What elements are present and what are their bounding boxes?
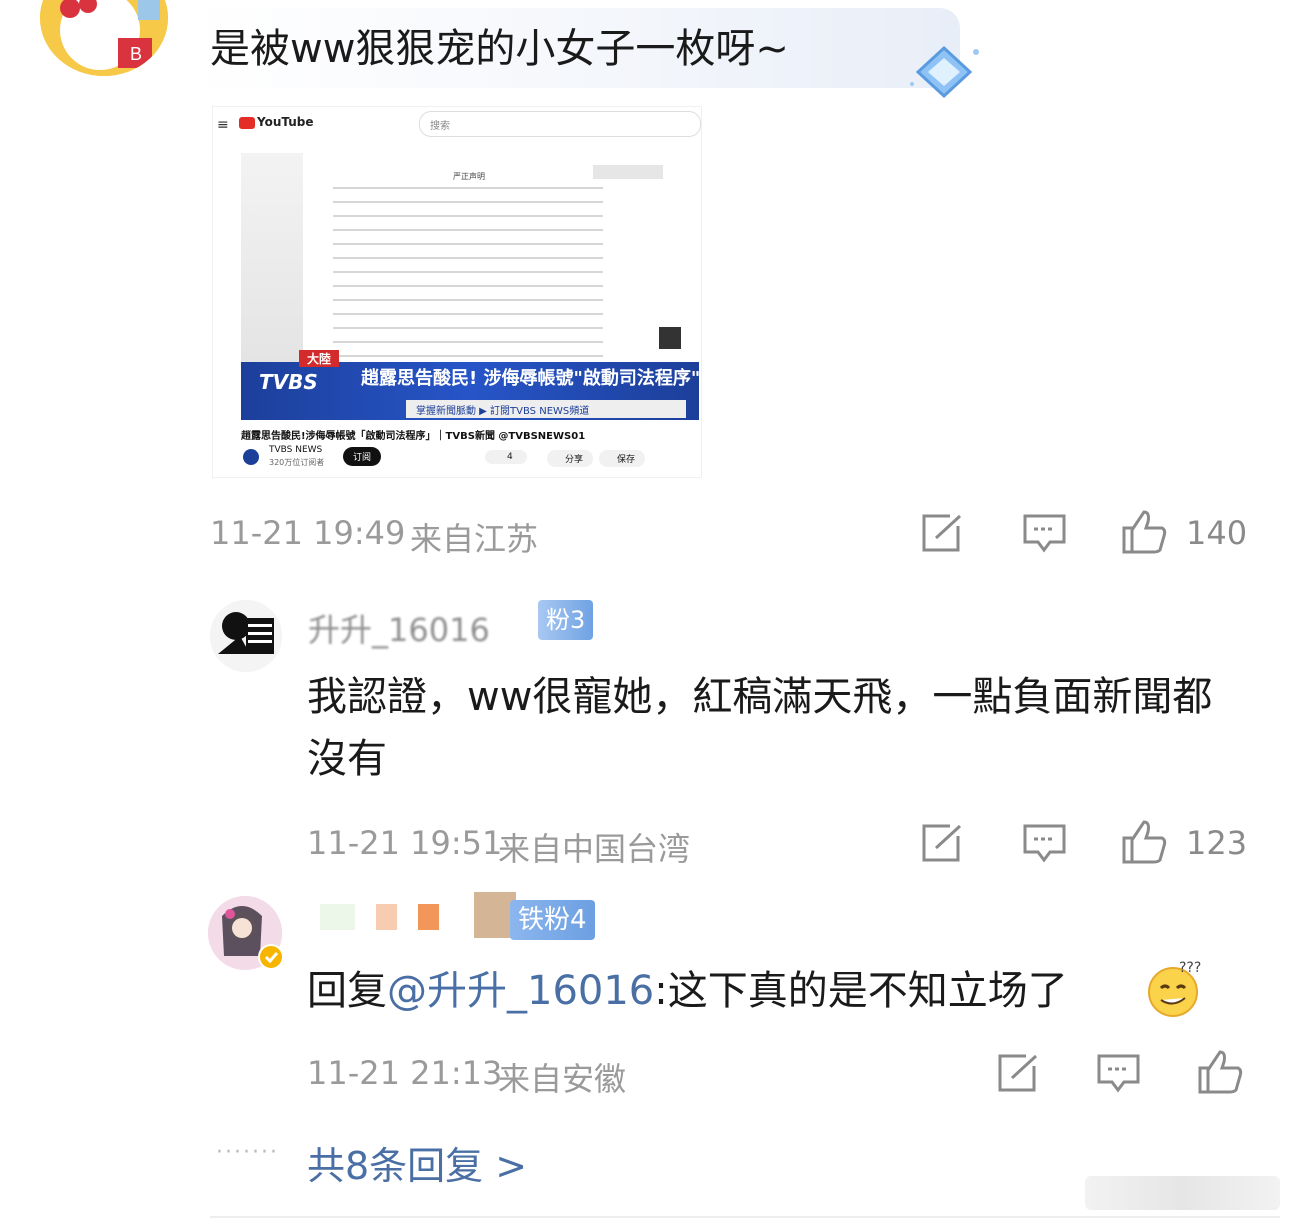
avatar[interactable]: B — [40, 0, 168, 76]
mention-link[interactable]: @升升_16016 — [387, 968, 654, 1014]
like-icon[interactable] — [1120, 818, 1170, 870]
reply-text: 回复@升升_16016:这下真的是不知立场了 — [307, 960, 1068, 1022]
sidebar-blur — [241, 153, 303, 363]
comment-icon[interactable] — [1022, 512, 1068, 558]
channel-avatar — [243, 449, 259, 465]
post-location: 来自江苏 — [410, 520, 539, 558]
svg-text:B: B — [130, 44, 142, 64]
comment-icon[interactable] — [1096, 1052, 1142, 1098]
divider — [210, 1216, 1280, 1218]
repost-icon[interactable] — [920, 512, 966, 558]
news-banner: 大陸 TVBS 趙露思告酸民! 涉侮辱帳號"啟動司法程序" 掌握新聞脈動 ▶ 訂… — [241, 350, 701, 420]
comment-text: 是被ww狠狠宠的小女子一枚呀~ — [210, 26, 789, 72]
embedded-screenshot[interactable]: ≡ YouTube 搜索 严正声明 大陸 TVBS 趙露思告酸民! 涉侮辱帳號"… — [212, 106, 702, 478]
save-button: 保存 — [599, 450, 646, 467]
youtube-header: ≡ YouTube 搜索 — [213, 107, 701, 145]
reply-prefix: 回复 — [307, 968, 387, 1014]
menu-icon: ≡ — [217, 117, 229, 133]
banner-subtitle-bar: 掌握新聞脈動 ▶ 訂閱TVBS NEWS頻道 — [406, 400, 686, 418]
subscriber-count: 320万位订阅者 — [269, 458, 325, 467]
repost-icon[interactable] — [996, 1052, 1042, 1098]
avatar[interactable] — [210, 600, 282, 672]
banner-subtitle: 掌握新聞脈動 ▶ 訂閱TVBS NEWS頻道 — [416, 406, 590, 417]
channel-name: TVBS NEWS — [269, 445, 323, 455]
subscribe-button: 订阅 — [343, 447, 382, 466]
reply-time: 11-21 21:13 — [307, 1054, 503, 1092]
share-button: 分享 — [547, 450, 594, 467]
svg-text:???: ??? — [1179, 960, 1201, 976]
fan-badge: 粉3 — [538, 600, 594, 640]
youtube-logo-icon — [239, 117, 255, 129]
banner-tag: 大陸 — [299, 350, 340, 367]
more-replies-link[interactable]: 共8条回复 > — [307, 1135, 527, 1190]
tvbs-logo: TVBS — [259, 370, 318, 394]
doc-title: 严正声明 — [453, 172, 485, 181]
tvbs-watermark — [593, 165, 663, 179]
banner-title: 趙露思告酸民! 涉侮辱帳號"啟動司法程序" — [361, 368, 701, 389]
post-time: 11-21 19:49 — [210, 514, 406, 552]
reply-location: 来自安徽 — [498, 1060, 627, 1098]
doc-lines — [333, 187, 603, 377]
reply-location: 来自中国台湾 — [498, 830, 691, 868]
like-count: 4 — [485, 450, 527, 464]
reply-username-blurred[interactable] — [320, 904, 460, 930]
like-icon[interactable] — [1120, 508, 1170, 560]
search-placeholder: 搜索 — [430, 121, 450, 132]
diamond-badge-icon — [906, 44, 982, 104]
reply-time: 11-21 19:51 — [307, 824, 503, 862]
like-count: 140 — [1186, 514, 1248, 552]
smirk-emoji-icon: ??? — [1145, 958, 1203, 1022]
like-count: 123 — [1186, 824, 1248, 862]
search-input: 搜索 — [419, 111, 701, 137]
youtube-wordmark: YouTube — [257, 115, 314, 129]
reply-body: :这下真的是不知立场了 — [654, 968, 1068, 1014]
verified-icon — [258, 944, 284, 974]
qr-code — [659, 327, 681, 349]
watermark-blur — [1085, 1176, 1280, 1210]
fan-badge: 铁粉4 — [510, 900, 595, 940]
video-title: 趙露思告酸民!涉侮辱帳號「啟動司法程序」｜TVBS新聞 @TVBSNEWS01 — [241, 431, 586, 442]
ellipsis-divider: ······· — [216, 1140, 279, 1165]
repost-icon[interactable] — [920, 822, 966, 868]
like-icon[interactable] — [1196, 1048, 1246, 1100]
reply-username[interactable]: 升升_16016 — [308, 605, 490, 651]
comment-icon[interactable] — [1022, 822, 1068, 868]
reply-text: 我認證，ww很寵她，紅稿滿天飛，一點負面新聞都沒有 — [307, 674, 1213, 782]
